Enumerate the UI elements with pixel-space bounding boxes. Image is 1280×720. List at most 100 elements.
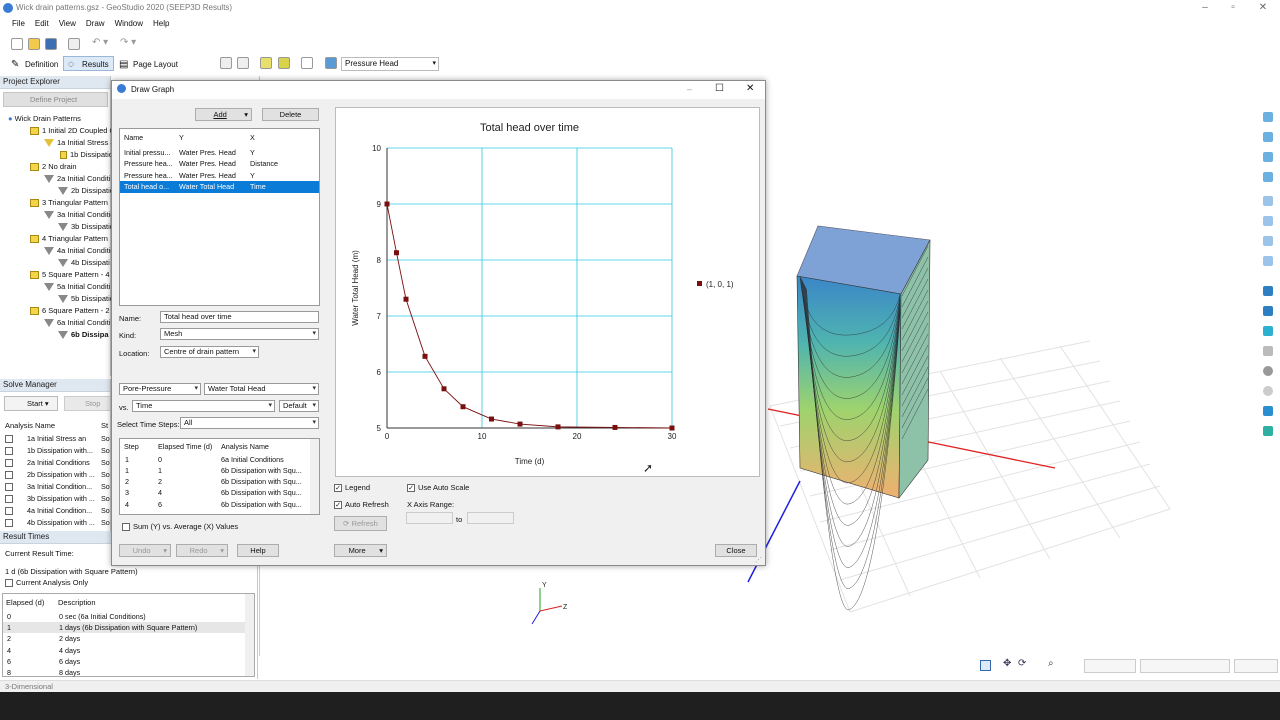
- pan-icon[interactable]: ✥: [1003, 658, 1011, 669]
- redo-icon[interactable]: ↷ ▾: [120, 37, 136, 48]
- auto-scale-checkbox[interactable]: Use Auto Scale: [407, 483, 469, 493]
- tree-item[interactable]: 2b Dissipatio: [58, 186, 114, 196]
- table-icon[interactable]: [237, 57, 249, 69]
- rotate-icon[interactable]: [1263, 346, 1273, 356]
- graph-name-input[interactable]: Total head over time: [160, 311, 319, 323]
- step-row[interactable]: 1 1 6b Dissipation with Squ...: [120, 465, 319, 476]
- tree-item[interactable]: 1a Initial Stress a: [44, 138, 115, 148]
- graph-row[interactable]: Pressure hea... Water Pres. Head Distance: [120, 158, 319, 170]
- tree-item[interactable]: 5b Dissipatio: [58, 294, 114, 304]
- view-left-icon[interactable]: [1263, 216, 1273, 226]
- menu-help[interactable]: Help: [148, 17, 174, 31]
- delete-button[interactable]: Delete: [262, 108, 319, 121]
- view-icon[interactable]: [220, 57, 232, 69]
- tree-item[interactable]: 2 No drain: [30, 162, 77, 172]
- view-front-icon[interactable]: [1263, 132, 1273, 142]
- add-button[interactable]: Add ▾: [195, 108, 252, 121]
- result-time-row[interactable]: 2 2 days: [3, 633, 246, 644]
- x-parameter-select[interactable]: Time ▾: [132, 400, 275, 412]
- auto-refresh-checkbox[interactable]: Auto Refresh: [334, 500, 389, 510]
- graph-row[interactable]: Total head o... Water Total Head Time: [120, 181, 319, 193]
- solve-row[interactable]: 2b Dissipation with ... So: [5, 469, 111, 481]
- tree-item[interactable]: 3 Triangular Pattern: [30, 198, 108, 208]
- solve-row[interactable]: 1b Dissipation with... So: [5, 445, 111, 457]
- zoom-field[interactable]: [1084, 659, 1136, 673]
- solve-row[interactable]: 2a Initial Conditions So: [5, 457, 111, 469]
- orbit-icon[interactable]: ⟳: [1018, 658, 1026, 669]
- menu-file[interactable]: File: [7, 17, 30, 31]
- tree-item[interactable]: 3b Dissipatio: [58, 222, 114, 232]
- fit-icon[interactable]: [1263, 426, 1273, 436]
- help-button[interactable]: Help: [237, 544, 279, 557]
- save-icon[interactable]: [45, 38, 57, 50]
- view-right-icon[interactable]: [1263, 236, 1273, 246]
- layer-icon[interactable]: [1263, 286, 1273, 296]
- menu-edit[interactable]: Edit: [30, 17, 54, 31]
- result-time-row[interactable]: 1 1 days (6b Dissipation with Square Patt…: [3, 622, 246, 634]
- minimize-button[interactable]: –: [1199, 2, 1211, 14]
- tree-item[interactable]: 3a Initial Conditio: [44, 210, 115, 220]
- solve-row[interactable]: 3b Dissipation with ... So: [5, 493, 111, 505]
- tree-item[interactable]: 4a Initial Conditio: [44, 246, 115, 256]
- solve-row[interactable]: 1a Initial Stress an So: [5, 433, 111, 445]
- close-button[interactable]: ✕: [1257, 2, 1269, 14]
- new-file-icon[interactable]: [11, 38, 23, 50]
- result-type-select[interactable]: Pressure Head ▾: [341, 57, 439, 71]
- step-row[interactable]: 3 4 6b Dissipation with Squ...: [120, 487, 319, 498]
- more-button[interactable]: More ▾: [334, 544, 387, 557]
- step-row[interactable]: 2 2 6b Dissipation with Squ...: [120, 476, 319, 487]
- menu-draw[interactable]: Draw: [81, 17, 110, 31]
- dialog-minimize-button[interactable]: –: [687, 84, 692, 94]
- x-range-from-input[interactable]: [406, 512, 453, 524]
- menu-view[interactable]: View: [54, 17, 81, 31]
- definition-mode-button[interactable]: ✎ Definition: [6, 56, 63, 71]
- page-layout-button[interactable]: ▤ Page Layout: [114, 56, 183, 71]
- sum-average-checkbox[interactable]: Sum (Y) vs. Average (X) Values: [122, 522, 238, 532]
- y-parameter-select[interactable]: Water Total Head ▾: [204, 383, 319, 395]
- tree-item[interactable]: 2a Initial Conditi: [44, 174, 110, 184]
- shade-icon[interactable]: [1263, 306, 1273, 316]
- view-bottom-icon[interactable]: [1263, 256, 1273, 266]
- tree-item[interactable]: 6a Initial Conditi: [44, 318, 110, 328]
- define-project-button[interactable]: Define Project: [3, 92, 108, 107]
- stop-button[interactable]: Stop: [64, 396, 111, 411]
- step-row[interactable]: 4 6 6b Dissipation with Squ...: [120, 499, 319, 510]
- result-time-row[interactable]: 8 8 days: [3, 667, 246, 678]
- view-persp-icon[interactable]: [1263, 196, 1273, 206]
- grid-icon[interactable]: [980, 660, 991, 671]
- step-row[interactable]: 1 0 6a Initial Conditions: [120, 454, 319, 465]
- graph-row[interactable]: Pressure hea... Water Pres. Head Y: [120, 170, 319, 182]
- current-analysis-only-checkbox[interactable]: Current Analysis Only: [5, 578, 88, 588]
- view-iso-icon[interactable]: [1263, 172, 1273, 182]
- scrollbar[interactable]: [245, 594, 254, 676]
- result-time-row[interactable]: 0 0 sec (6a Initial Conditions): [3, 611, 246, 622]
- resize-grip-icon[interactable]: ⋰: [755, 556, 762, 564]
- solve-row[interactable]: 4b Dissipation with ... So: [5, 517, 111, 529]
- arrow-icon[interactable]: [1263, 406, 1273, 416]
- coord-field-2[interactable]: [1234, 659, 1278, 673]
- legend-checkbox[interactable]: Legend: [334, 483, 370, 493]
- tree-item[interactable]: 4 Triangular Pattern: [30, 234, 108, 244]
- sphere-icon[interactable]: [1263, 366, 1273, 376]
- undo-icon[interactable]: ↶ ▾: [92, 37, 108, 48]
- undo-button[interactable]: Undo ▾: [119, 544, 171, 557]
- coord-field[interactable]: [1140, 659, 1230, 673]
- menu-window[interactable]: Window: [110, 17, 148, 31]
- tree-item[interactable]: 1 Initial 2D Coupled C: [30, 126, 115, 136]
- scrollbar[interactable]: [310, 439, 319, 514]
- view-top-icon[interactable]: [1263, 112, 1273, 122]
- view-side-icon[interactable]: [1263, 152, 1273, 162]
- zoom-icon[interactable]: ⌕: [1048, 658, 1054, 669]
- graph-icon[interactable]: [260, 57, 272, 69]
- graph-row[interactable]: Initial pressu... Water Pres. Head Y: [120, 147, 319, 159]
- light-icon[interactable]: [1263, 326, 1273, 336]
- maximize-button[interactable]: ▫: [1227, 2, 1239, 14]
- tree-item[interactable]: 4b Dissipati: [58, 258, 110, 268]
- time-steps-select[interactable]: All ▾: [180, 417, 319, 429]
- refresh-button[interactable]: ⟳ Refresh: [334, 516, 387, 531]
- start-button[interactable]: Start ▾: [4, 396, 58, 411]
- tree-item[interactable]: 5a Initial Conditi: [44, 282, 110, 292]
- x-range-to-input[interactable]: [467, 512, 514, 524]
- dialog-close-button[interactable]: ✕: [746, 83, 754, 94]
- ring-icon[interactable]: [1263, 386, 1273, 396]
